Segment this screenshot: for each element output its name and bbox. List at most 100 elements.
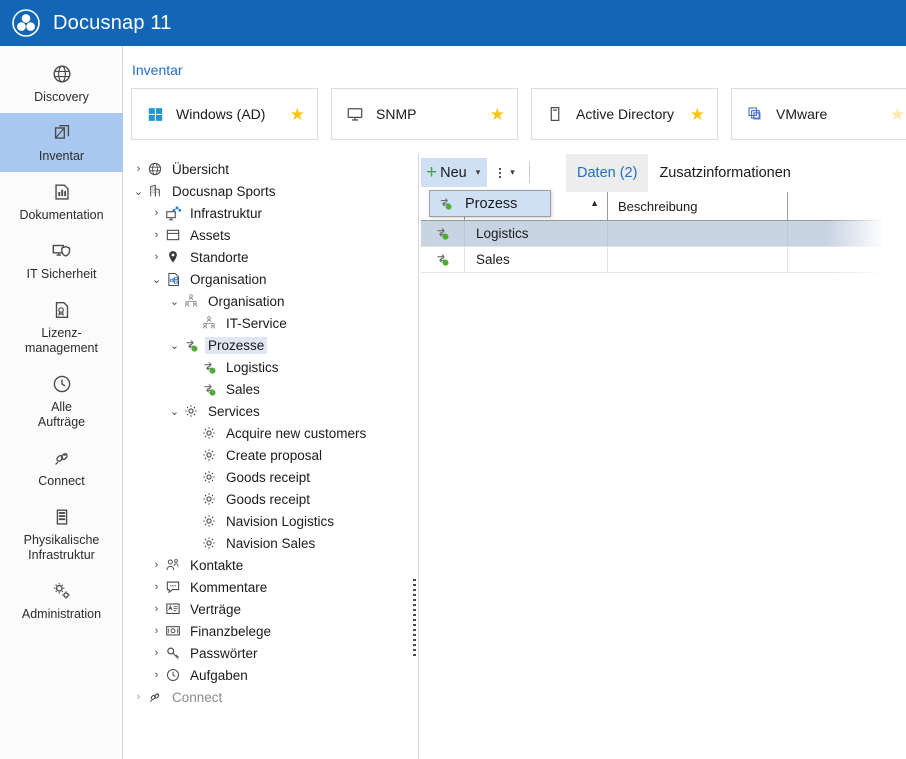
pane-splitter[interactable]	[412, 154, 419, 759]
source-tab-active-directory[interactable]: Active Directory ★	[531, 88, 718, 140]
chevron-down-icon[interactable]: ⌄	[149, 273, 164, 286]
tree-item-label: Aufgaben	[190, 667, 248, 683]
chevron-right-icon[interactable]: ›	[149, 251, 164, 263]
chevron-right-icon[interactable]: ›	[149, 647, 164, 659]
rail-item-label: Connect	[38, 474, 85, 488]
new-dropdown-menu[interactable]: Prozess	[429, 190, 551, 217]
tree-item-label: Prozesse	[205, 336, 268, 354]
tree-item-infrastruktur[interactable]: › Infrastruktur	[127, 202, 412, 224]
splitter-grip[interactable]	[413, 579, 416, 657]
chevron-down-icon[interactable]: ⌄	[167, 295, 182, 308]
tree-item-goods-receipt[interactable]: Goods receipt	[127, 466, 412, 488]
table-row[interactable]: Sales	[421, 247, 906, 273]
detail-tab-zusatzinformationen[interactable]: Zusatzinformationen	[648, 154, 801, 192]
key-icon	[164, 645, 182, 661]
tree-item-services[interactable]: ⌄ Services	[127, 400, 412, 422]
content-area: Inventar Windows (AD) ★ SNMP ★ Active Direct…	[123, 46, 906, 759]
overflow-menu-button[interactable]: ▾	[487, 158, 523, 187]
rail-item-alle-auftr-ge[interactable]: Alle Aufträge	[0, 364, 123, 438]
rail-item-label: Discovery	[34, 90, 89, 104]
new-button[interactable]: + Neu ▾	[421, 158, 488, 187]
chevron-down-icon[interactable]: ⌄	[131, 185, 146, 198]
tree-item-standorte[interactable]: › Standorte	[127, 246, 412, 268]
tree-item-passw-rter[interactable]: › Passwörter	[127, 642, 412, 664]
tree-item-label: Goods receipt	[226, 469, 311, 485]
chevron-right-icon[interactable]: ›	[149, 669, 164, 681]
server-rack-icon	[2, 504, 121, 530]
org-chart-icon	[182, 293, 200, 309]
chevron-right-icon[interactable]: ›	[149, 207, 164, 219]
title-bar: Docusnap 11	[0, 0, 906, 46]
breadcrumb[interactable]: Inventar	[132, 62, 183, 78]
source-tab-vmware[interactable]: VMware ★	[731, 88, 906, 140]
rail-item-it-sicherheit[interactable]: IT Sicherheit	[0, 231, 123, 290]
source-tab-label: VMware	[776, 106, 828, 122]
license-document-icon	[2, 297, 121, 323]
chevron-right-icon[interactable]: ›	[149, 603, 164, 615]
rail-item-dokumentation[interactable]: Dokumentation	[0, 172, 123, 231]
tree-item-label: Organisation	[208, 293, 285, 309]
grid-cell-extra	[788, 221, 906, 246]
gear-icon	[200, 469, 218, 485]
tree-item-label: Services	[208, 403, 260, 419]
tree-item-it-service[interactable]: IT-Service	[127, 312, 412, 334]
tree-item-kontakte[interactable]: › Kontakte	[127, 554, 412, 576]
tree-item-vertr-ge[interactable]: › Verträge	[127, 598, 412, 620]
rail-item-lizenz-management[interactable]: Lizenz-management	[0, 290, 123, 364]
tree-item-navision-logistics[interactable]: Navision Logistics	[127, 510, 412, 532]
clock-icon	[164, 667, 182, 683]
detail-tab-daten-2[interactable]: Daten (2)	[566, 154, 649, 192]
tree-item-goods-receipt[interactable]: Goods receipt	[127, 488, 412, 510]
table-row[interactable]: Logistics	[421, 221, 906, 247]
tree-item-create-proposal[interactable]: Create proposal	[127, 444, 412, 466]
rail-item-discovery[interactable]: Discovery	[0, 54, 123, 113]
source-tab-windows-ad[interactable]: Windows (AD) ★	[131, 88, 318, 140]
detail-tab-label: Daten (2)	[577, 165, 638, 181]
chevron-right-icon[interactable]: ›	[149, 581, 164, 593]
grid-cell-name: Sales	[465, 247, 608, 272]
chevron-right-icon[interactable]: ›	[149, 559, 164, 571]
tree-item-finanzbelege[interactable]: › Finanzbelege	[127, 620, 412, 642]
chevron-down-icon[interactable]: ⌄	[167, 405, 182, 418]
tree-item-logistics[interactable]: Logistics	[127, 356, 412, 378]
rail-item-label: Alle Aufträge	[37, 400, 86, 429]
tree-item-connect[interactable]: › Connect	[127, 686, 412, 708]
rail-item-administration[interactable]: Administration	[0, 571, 123, 630]
chevron-down-icon[interactable]: ⌄	[167, 339, 182, 352]
favorite-star-icon[interactable]: ★	[678, 106, 705, 123]
tree-item-organisation[interactable]: ⌄ Organisation	[127, 268, 412, 290]
tree-item-kommentare[interactable]: › Kommentare	[127, 576, 412, 598]
favorite-star-icon[interactable]: ★	[478, 106, 505, 123]
detail-tab-strip: Daten (2) Zusatzinformationen	[566, 154, 802, 192]
tree-item-bersicht[interactable]: › Übersicht	[127, 158, 412, 180]
chevron-right-icon[interactable]: ›	[131, 163, 146, 175]
toolbar-separator	[528, 162, 530, 183]
chevron-down-icon: ▾	[475, 167, 481, 177]
rail-item-inventar[interactable]: Inventar	[0, 113, 123, 172]
rail-item-connect[interactable]: Connect	[0, 438, 123, 497]
favorite-star-icon[interactable]: ★	[878, 106, 905, 123]
favorite-star-icon[interactable]: ★	[278, 106, 305, 123]
tree-item-acquire-new-customers[interactable]: Acquire new customers	[127, 422, 412, 444]
tree-item-navision-sales[interactable]: Navision Sales	[127, 532, 412, 554]
tree-item-label: IT-Service	[226, 315, 287, 331]
grid-header-extra-col[interactable]	[788, 192, 906, 220]
tree-item-prozesse[interactable]: ⌄ Prozesse	[127, 334, 412, 356]
grid-cell-name: Logistics	[465, 221, 608, 246]
tree-item-label: Kontakte	[190, 557, 244, 573]
more-vertical-icon	[499, 167, 502, 178]
source-tab-snmp[interactable]: SNMP ★	[331, 88, 518, 140]
rail-item-physikalische-infrastruktur[interactable]: Physikalische Infrastruktur	[0, 497, 123, 571]
tree-item-organisation[interactable]: ⌄ Organisation	[127, 290, 412, 312]
chevron-right-icon[interactable]: ›	[149, 229, 164, 241]
grid-header-beschreibung-col[interactable]: Beschreibung	[608, 192, 788, 220]
process-icon	[200, 382, 218, 397]
chevron-right-icon[interactable]: ›	[149, 625, 164, 637]
process-icon	[182, 338, 200, 353]
tree-item-aufgaben[interactable]: › Aufgaben	[127, 664, 412, 686]
gear-icon	[200, 447, 218, 463]
chevron-right-icon[interactable]: ›	[131, 691, 146, 703]
tree-item-docusnap-sports[interactable]: ⌄ Docusnap Sports	[127, 180, 412, 202]
tree-item-sales[interactable]: Sales	[127, 378, 412, 400]
tree-item-assets[interactable]: › Assets	[127, 224, 412, 246]
